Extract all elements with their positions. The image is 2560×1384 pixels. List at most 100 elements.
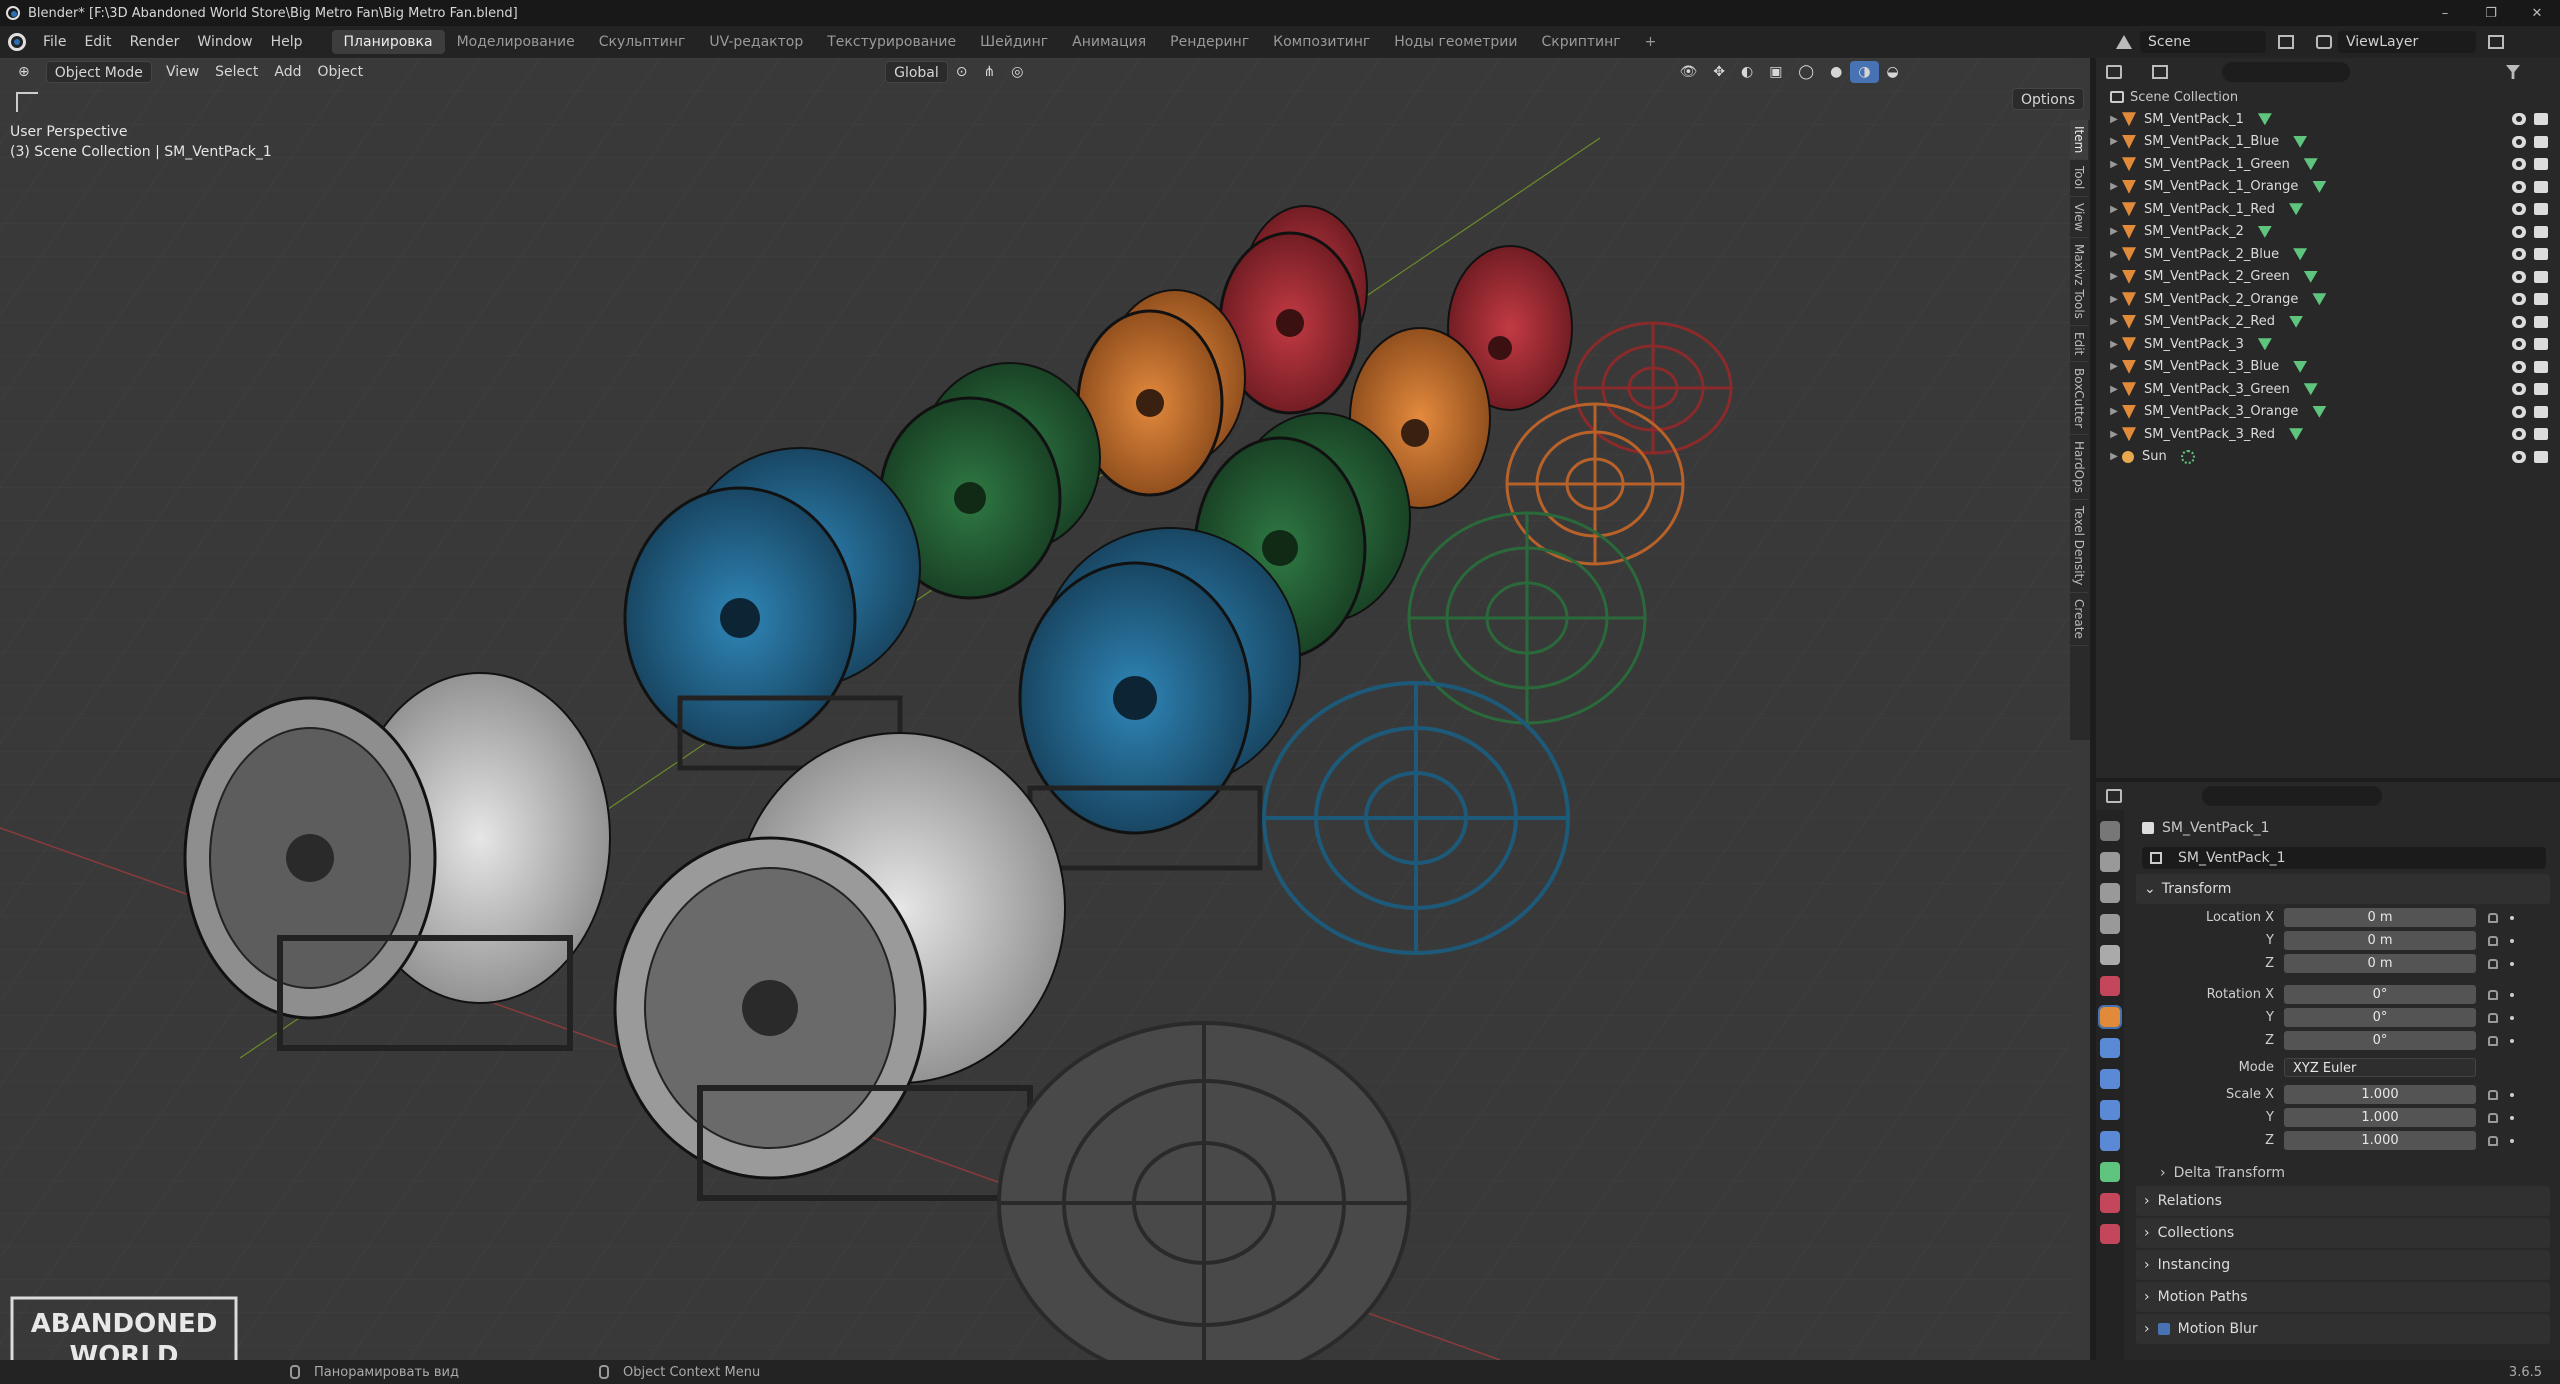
expand-arrow-icon[interactable]: ▶: [2106, 204, 2122, 215]
keyframe-dot-icon[interactable]: [2510, 1138, 2514, 1143]
outliner-row-vent-3-red[interactable]: ▶ SM_VentPack_3_Red: [2096, 423, 2560, 446]
side-tab-edit[interactable]: Edit: [2070, 326, 2088, 363]
camera-icon[interactable]: [2534, 113, 2548, 126]
delta-transform-subpanel[interactable]: › Delta Transform: [2136, 1160, 2556, 1186]
mode-dropdown[interactable]: Object Mode: [45, 61, 152, 83]
mesh-data-icon[interactable]: [2289, 428, 2304, 441]
location-z-field[interactable]: 0 m: [2284, 954, 2476, 973]
workspace-tab-sculpting[interactable]: Скульптинг: [587, 30, 698, 54]
scene-tab-icon[interactable]: [2100, 945, 2120, 965]
orientation-dropdown[interactable]: Global: [885, 61, 948, 83]
eye-icon[interactable]: [2512, 338, 2526, 351]
lock-icon[interactable]: [2488, 1012, 2498, 1023]
grille-green[interactable]: [1407, 511, 1647, 725]
expand-arrow-icon[interactable]: ▶: [2106, 271, 2122, 282]
xray-icon[interactable]: ▣: [1761, 61, 1790, 83]
outliner-row-vent-1-red[interactable]: ▶ SM_VentPack_1_Red: [2096, 198, 2560, 221]
maximize-button[interactable]: ❐: [2468, 6, 2514, 21]
shading-material-icon[interactable]: ◑: [1850, 61, 1879, 83]
viewport-menu-object[interactable]: Object: [309, 61, 371, 83]
expand-arrow-icon[interactable]: ▶: [2106, 406, 2122, 417]
filter-icon[interactable]: [2506, 65, 2520, 79]
view-layer-field[interactable]: ViewLayer: [2338, 31, 2476, 53]
mesh-data-icon[interactable]: [2303, 383, 2318, 396]
eye-icon[interactable]: [2512, 450, 2526, 463]
expand-arrow-icon[interactable]: ▶: [2106, 136, 2122, 147]
eye-icon[interactable]: [2512, 225, 2526, 238]
lock-icon[interactable]: [2488, 1112, 2498, 1123]
close-button[interactable]: ✕: [2514, 6, 2560, 21]
scale-x-field[interactable]: 1.000: [2284, 1085, 2476, 1104]
mesh-data-icon[interactable]: [2257, 225, 2272, 238]
camera-icon[interactable]: [2534, 428, 2548, 441]
shading-wireframe-icon[interactable]: ◯: [1790, 61, 1822, 83]
expand-arrow-icon[interactable]: ▶: [2106, 384, 2122, 395]
snap-icon[interactable]: ⋔: [976, 61, 1004, 83]
eye-icon[interactable]: [2512, 428, 2526, 441]
keyframe-dot-icon[interactable]: [2510, 1092, 2514, 1097]
mesh-data-icon[interactable]: [2289, 203, 2304, 216]
object-tab-icon[interactable]: [2098, 1005, 2122, 1029]
options-dropdown[interactable]: Options: [2012, 88, 2085, 110]
eye-icon[interactable]: [2512, 135, 2526, 148]
rotation-mode-dropdown[interactable]: XYZ Euler: [2284, 1058, 2476, 1077]
minimize-button[interactable]: –: [2422, 6, 2468, 21]
camera-icon[interactable]: [2534, 248, 2548, 261]
workspace-tab-geometry-nodes[interactable]: Ноды геометрии: [1382, 30, 1529, 54]
eye-icon[interactable]: [2512, 360, 2526, 373]
workspace-tab-texture-paint[interactable]: Текстурирование: [815, 30, 968, 54]
side-tab-tool[interactable]: Tool: [2070, 160, 2088, 197]
side-tab-view[interactable]: View: [2070, 197, 2088, 239]
scene-field[interactable]: Scene: [2140, 31, 2266, 53]
data-tab-icon[interactable]: [2100, 1162, 2120, 1182]
camera-icon[interactable]: [2534, 338, 2548, 351]
side-tab-boxcutter[interactable]: BoxCutter: [2070, 362, 2088, 436]
blender-menu-icon[interactable]: [8, 33, 26, 51]
camera-icon[interactable]: [2534, 180, 2548, 193]
side-tab-item[interactable]: Item: [2070, 120, 2088, 161]
mesh-data-icon[interactable]: [2303, 158, 2318, 171]
world-tab-icon[interactable]: [2100, 976, 2120, 996]
mesh-data-icon[interactable]: [2312, 405, 2327, 418]
overlay-icon[interactable]: ◐: [1733, 61, 1761, 83]
camera-icon[interactable]: [2534, 135, 2548, 148]
select-tool-icon[interactable]: [16, 92, 38, 112]
side-tab-create[interactable]: Create: [2070, 593, 2088, 646]
side-tab-texel-density[interactable]: Texel Density: [2070, 500, 2088, 593]
outliner-row-vent-3-green[interactable]: ▶ SM_VentPack_3_Green: [2096, 378, 2560, 401]
eye-icon[interactable]: [2512, 180, 2526, 193]
3d-viewport[interactable]: ABANDONED WORLD User Perspective (3) Sce…: [0, 58, 2090, 1360]
proportional-edit-icon[interactable]: ◎: [1003, 61, 1031, 83]
eye-icon[interactable]: [2512, 405, 2526, 418]
output-tab-icon[interactable]: [2100, 883, 2120, 903]
physics-tab-icon[interactable]: [2100, 1100, 2120, 1120]
menu-help[interactable]: Help: [262, 34, 312, 50]
rotation-x-field[interactable]: 0°: [2284, 985, 2476, 1004]
constraints-tab-icon[interactable]: [2100, 1131, 2120, 1151]
expand-arrow-icon[interactable]: ▶: [2106, 429, 2122, 440]
lock-icon[interactable]: [2488, 1135, 2498, 1146]
expand-arrow-icon[interactable]: ▶: [2106, 114, 2122, 125]
visibility-icon[interactable]: 👁: [1671, 61, 1705, 83]
rotation-z-field[interactable]: 0°: [2284, 1031, 2476, 1050]
scale-z-field[interactable]: 1.000: [2284, 1131, 2476, 1150]
keyframe-dot-icon[interactable]: [2510, 1115, 2514, 1120]
camera-icon[interactable]: [2534, 293, 2548, 306]
properties-editor-icon[interactable]: [2106, 789, 2122, 803]
workspace-tab-modeling[interactable]: Моделирование: [445, 30, 587, 54]
editor-type-icon[interactable]: ⊕: [10, 61, 38, 83]
outliner-row-vent-2-blue[interactable]: ▶ SM_VentPack_2_Blue: [2096, 243, 2560, 266]
mesh-data-icon[interactable]: [2312, 293, 2327, 306]
workspace-tab-layout[interactable]: Планировка: [331, 30, 445, 54]
camera-icon[interactable]: [2534, 405, 2548, 418]
location-y-field[interactable]: 0 m: [2284, 931, 2476, 950]
outliner-row-vent-2[interactable]: ▶ SM_VentPack_2: [2096, 221, 2560, 244]
camera-icon[interactable]: [2534, 203, 2548, 216]
keyframe-dot-icon[interactable]: [2510, 961, 2514, 966]
pivot-icon[interactable]: ⊙: [948, 61, 976, 83]
outliner-row-vent-3-orange[interactable]: ▶ SM_VentPack_3_Orange: [2096, 401, 2560, 424]
eye-icon[interactable]: [2512, 248, 2526, 261]
workspace-tab-animation[interactable]: Анимация: [1060, 30, 1158, 54]
outliner-row-vent-2-red[interactable]: ▶ SM_VentPack_2_Red: [2096, 311, 2560, 334]
eye-icon[interactable]: [2512, 315, 2526, 328]
